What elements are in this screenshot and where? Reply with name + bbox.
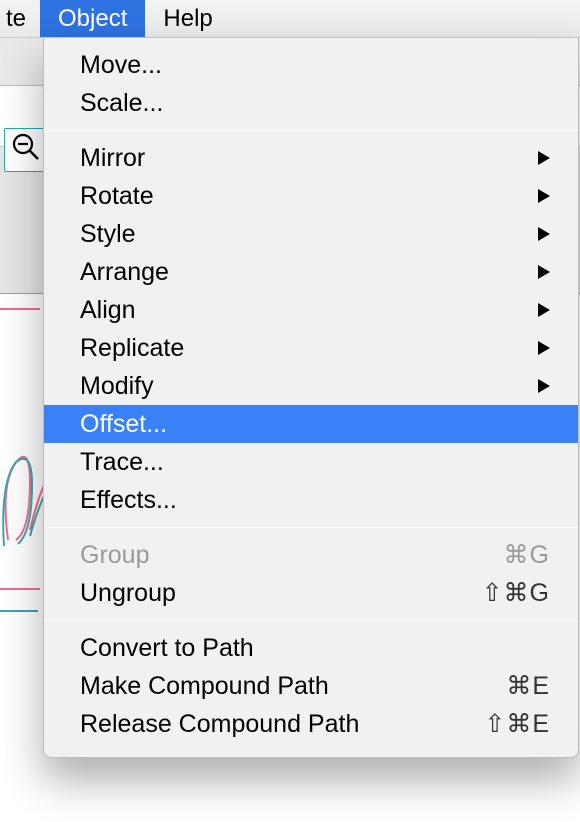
menu-bar: te Object Help bbox=[0, 0, 580, 38]
menu-separator bbox=[44, 620, 578, 621]
submenu-arrow-icon bbox=[530, 379, 550, 393]
submenu-arrow-icon bbox=[530, 303, 550, 317]
menu-item-rotate[interactable]: Rotate bbox=[44, 177, 578, 215]
menu-item-label: Release Compound Path bbox=[80, 710, 460, 739]
submenu-arrow-icon bbox=[530, 341, 550, 355]
menu-item-label: Rotate bbox=[80, 182, 530, 211]
menu-item-align[interactable]: Align bbox=[44, 291, 578, 329]
menu-item-scale[interactable]: Scale... bbox=[44, 84, 578, 122]
menu-separator bbox=[44, 130, 578, 131]
zoom-out-button[interactable] bbox=[4, 128, 48, 172]
menu-separator bbox=[44, 527, 578, 528]
menu-item-ungroup[interactable]: Ungroup ⇧⌘G bbox=[44, 574, 578, 612]
zoom-out-icon bbox=[11, 132, 41, 169]
menu-item-arrange[interactable]: Arrange bbox=[44, 253, 578, 291]
menu-item-label: Style bbox=[80, 220, 530, 249]
menu-item-modify[interactable]: Modify bbox=[44, 367, 578, 405]
shortcut-label: ⇧⌘G bbox=[460, 578, 550, 608]
menu-item-mirror[interactable]: Mirror bbox=[44, 139, 578, 177]
object-menu-dropdown: Move... Scale... Mirror Rotate Style Arr… bbox=[43, 38, 579, 758]
submenu-arrow-icon bbox=[530, 189, 550, 203]
menu-item-label: Ungroup bbox=[80, 579, 460, 608]
design-stroke bbox=[0, 308, 40, 310]
menu-item-label: Trace... bbox=[80, 448, 550, 477]
menu-object[interactable]: Object bbox=[40, 0, 145, 37]
menu-item-trace[interactable]: Trace... bbox=[44, 443, 578, 481]
menu-item-label: Mirror bbox=[80, 144, 530, 173]
menu-help[interactable]: Help bbox=[145, 0, 230, 37]
menu-item-label: Convert to Path bbox=[80, 634, 550, 663]
menu-item-label: Align bbox=[80, 296, 530, 325]
shortcut-label: ⇧⌘E bbox=[460, 709, 550, 739]
menu-item-group: Group ⌘G bbox=[44, 536, 578, 574]
menu-item-label: Move... bbox=[80, 51, 550, 80]
shortcut-label: ⌘G bbox=[460, 540, 550, 570]
design-stroke bbox=[0, 610, 38, 612]
menu-item-label: Modify bbox=[80, 372, 530, 401]
submenu-arrow-icon bbox=[530, 265, 550, 279]
submenu-arrow-icon bbox=[530, 227, 550, 241]
menu-item-replicate[interactable]: Replicate bbox=[44, 329, 578, 367]
menu-item-convert-to-path[interactable]: Convert to Path bbox=[44, 629, 578, 667]
shortcut-label: ⌘E bbox=[460, 671, 550, 701]
menu-item-label: Make Compound Path bbox=[80, 672, 460, 701]
menu-item-release-compound-path[interactable]: Release Compound Path ⇧⌘E bbox=[44, 705, 578, 743]
menu-prev-partial[interactable]: te bbox=[0, 0, 40, 37]
menu-item-label: Offset... bbox=[80, 410, 550, 439]
menu-item-make-compound-path[interactable]: Make Compound Path ⌘E bbox=[44, 667, 578, 705]
menu-item-label: Effects... bbox=[80, 486, 550, 515]
design-artwork bbox=[0, 420, 44, 560]
menu-item-move[interactable]: Move... bbox=[44, 46, 578, 84]
menu-item-label: Replicate bbox=[80, 334, 530, 363]
menu-item-offset[interactable]: Offset... bbox=[44, 405, 578, 443]
menu-item-label: Scale... bbox=[80, 89, 550, 118]
menu-item-effects[interactable]: Effects... bbox=[44, 481, 578, 519]
menu-item-label: Arrange bbox=[80, 258, 530, 287]
submenu-arrow-icon bbox=[530, 151, 550, 165]
menu-item-style[interactable]: Style bbox=[44, 215, 578, 253]
design-stroke bbox=[0, 588, 40, 590]
menu-item-label: Group bbox=[80, 541, 460, 570]
